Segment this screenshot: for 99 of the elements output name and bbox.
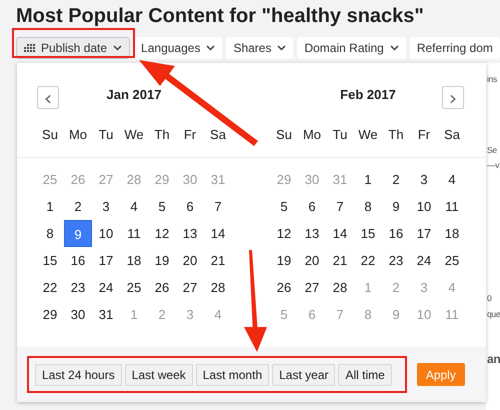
chevron-down-icon — [390, 45, 399, 51]
weekday-label: Th — [153, 126, 171, 144]
calendar-day[interactable]: 14 — [326, 220, 354, 247]
calendar-day[interactable]: 23 — [64, 274, 92, 301]
calendar-day[interactable]: 22 — [354, 247, 382, 274]
weekday-label: Tu — [98, 126, 114, 144]
background-text: ins — [487, 74, 497, 84]
calendar-day[interactable]: 16 — [382, 220, 410, 247]
calendar-day[interactable]: 23 — [382, 247, 410, 274]
background-text: Se — [487, 145, 497, 155]
calendar-day[interactable]: 10 — [410, 193, 438, 220]
calendar-day[interactable]: 5 — [270, 193, 298, 220]
calendar-day[interactable]: 30 — [64, 301, 92, 328]
calendar-day[interactable]: 16 — [64, 247, 92, 274]
calendar-day[interactable]: 3 — [410, 166, 438, 193]
calendar-day[interactable]: 27 — [298, 274, 326, 301]
calendar-day[interactable]: 28 — [326, 274, 354, 301]
chevron-down-icon — [206, 45, 216, 51]
weekday-label: Tu — [332, 126, 348, 144]
calendar-day[interactable]: 12 — [270, 220, 298, 247]
calendar-day[interactable]: 13 — [176, 220, 204, 247]
month-title: Jan 2017 — [106, 86, 162, 104]
weekday-label: We — [123, 126, 145, 144]
calendar-day[interactable]: 2 — [382, 166, 410, 193]
calendar-day[interactable]: 2 — [64, 193, 92, 220]
preset-button[interactable]: Last year — [272, 364, 336, 386]
background-text: 0 — [487, 293, 492, 303]
calendar-day[interactable]: 1 — [354, 166, 382, 193]
calendar-day[interactable]: 9 — [64, 220, 92, 247]
next-month-button[interactable]: › — [442, 86, 464, 109]
calendar-day[interactable]: 15 — [354, 220, 382, 247]
calendar-day[interactable]: 28 — [204, 274, 232, 301]
calendar-day[interactable]: 8 — [354, 193, 382, 220]
weekday-label: Fr — [182, 126, 198, 144]
weekday-label: Fr — [416, 126, 432, 144]
calendar-day[interactable]: 13 — [298, 220, 326, 247]
calendar-day[interactable]: 4 — [438, 166, 466, 193]
calendar-day[interactable]: 25 — [120, 274, 148, 301]
calendar-day[interactable]: 24 — [410, 247, 438, 274]
calendar-day[interactable]: 26 — [270, 274, 298, 301]
calendar-day[interactable]: 19 — [270, 247, 298, 274]
preset-button[interactable]: All time — [338, 364, 392, 386]
calendar-day[interactable]: 24 — [92, 274, 120, 301]
weekday-label: Mo — [68, 126, 88, 144]
filter-dropdown[interactable]: Domain Rating — [297, 37, 406, 59]
filter-dropdown[interactable]: Referring dom — [410, 37, 500, 59]
calendar-day[interactable]: 29 — [36, 301, 64, 328]
calendar-day[interactable]: 10 — [92, 220, 120, 247]
calendar-day[interactable]: 18 — [438, 220, 466, 247]
calendar-day[interactable]: 22 — [36, 274, 64, 301]
weekday-label: We — [357, 126, 379, 144]
calendar-day[interactable]: 7 — [326, 193, 354, 220]
weekday-label: Mo — [302, 126, 322, 144]
chevron-down-icon — [277, 45, 286, 51]
calendar-day[interactable]: 8 — [36, 220, 64, 247]
filter-dropdown[interactable]: Publish date — [16, 37, 130, 59]
page-title: Most Popular Content for "healthy snacks" — [15, 4, 425, 29]
month-title: Feb 2017 — [339, 86, 397, 104]
preset-button[interactable]: Last month — [196, 364, 270, 386]
previous-month-button[interactable]: ‹ — [37, 86, 59, 109]
background-text: an — [487, 352, 500, 366]
weekday-label: Su — [275, 126, 293, 144]
calendar-day[interactable]: 14 — [204, 220, 232, 247]
calendar-day[interactable]: 20 — [176, 247, 204, 274]
preset-button[interactable]: Last week — [124, 364, 193, 386]
calendar-day[interactable]: 21 — [326, 247, 354, 274]
weekday-label: Sa — [209, 126, 227, 144]
calendar-day[interactable]: 4 — [120, 193, 148, 220]
calendar-day[interactable]: 26 — [148, 274, 176, 301]
calendar-day[interactable]: 31 — [92, 301, 120, 328]
calendar-day[interactable]: 12 — [148, 220, 176, 247]
calendar-day[interactable]: 5 — [148, 193, 176, 220]
filter-dropdown[interactable]: Languages — [134, 37, 222, 59]
calendar-day[interactable]: 18 — [120, 247, 148, 274]
weekday-label: Th — [387, 126, 405, 144]
background-text: —v — [487, 160, 500, 170]
calendar-day[interactable]: 17 — [92, 247, 120, 274]
calendar-day[interactable]: 25 — [438, 247, 466, 274]
calendar-day[interactable]: 6 — [298, 193, 326, 220]
calendar-day[interactable]: 17 — [410, 220, 438, 247]
weekday-label: Su — [41, 126, 59, 144]
calendar-day[interactable]: 7 — [204, 193, 232, 220]
calendar-day[interactable]: 11 — [120, 220, 148, 247]
weekday-label: Sa — [443, 126, 461, 144]
grid-icon — [24, 44, 35, 52]
calendar-day[interactable]: 15 — [36, 247, 64, 274]
calendar-day[interactable]: 1 — [36, 193, 64, 220]
calendar-day[interactable]: 9 — [382, 193, 410, 220]
calendar-day[interactable]: 19 — [148, 247, 176, 274]
calendar-day[interactable]: 21 — [204, 247, 232, 274]
calendar-day[interactable]: 6 — [176, 193, 204, 220]
calendar-day[interactable]: 11 — [438, 193, 466, 220]
chevron-down-icon — [113, 45, 122, 51]
background-text: que — [487, 309, 500, 319]
preset-button[interactable]: Last 24 hours — [35, 364, 122, 386]
filter-dropdown[interactable]: Shares — [226, 37, 294, 59]
calendar-day[interactable]: 27 — [176, 274, 204, 301]
calendar-day[interactable]: 3 — [92, 193, 120, 220]
calendar-day[interactable]: 20 — [298, 247, 326, 274]
